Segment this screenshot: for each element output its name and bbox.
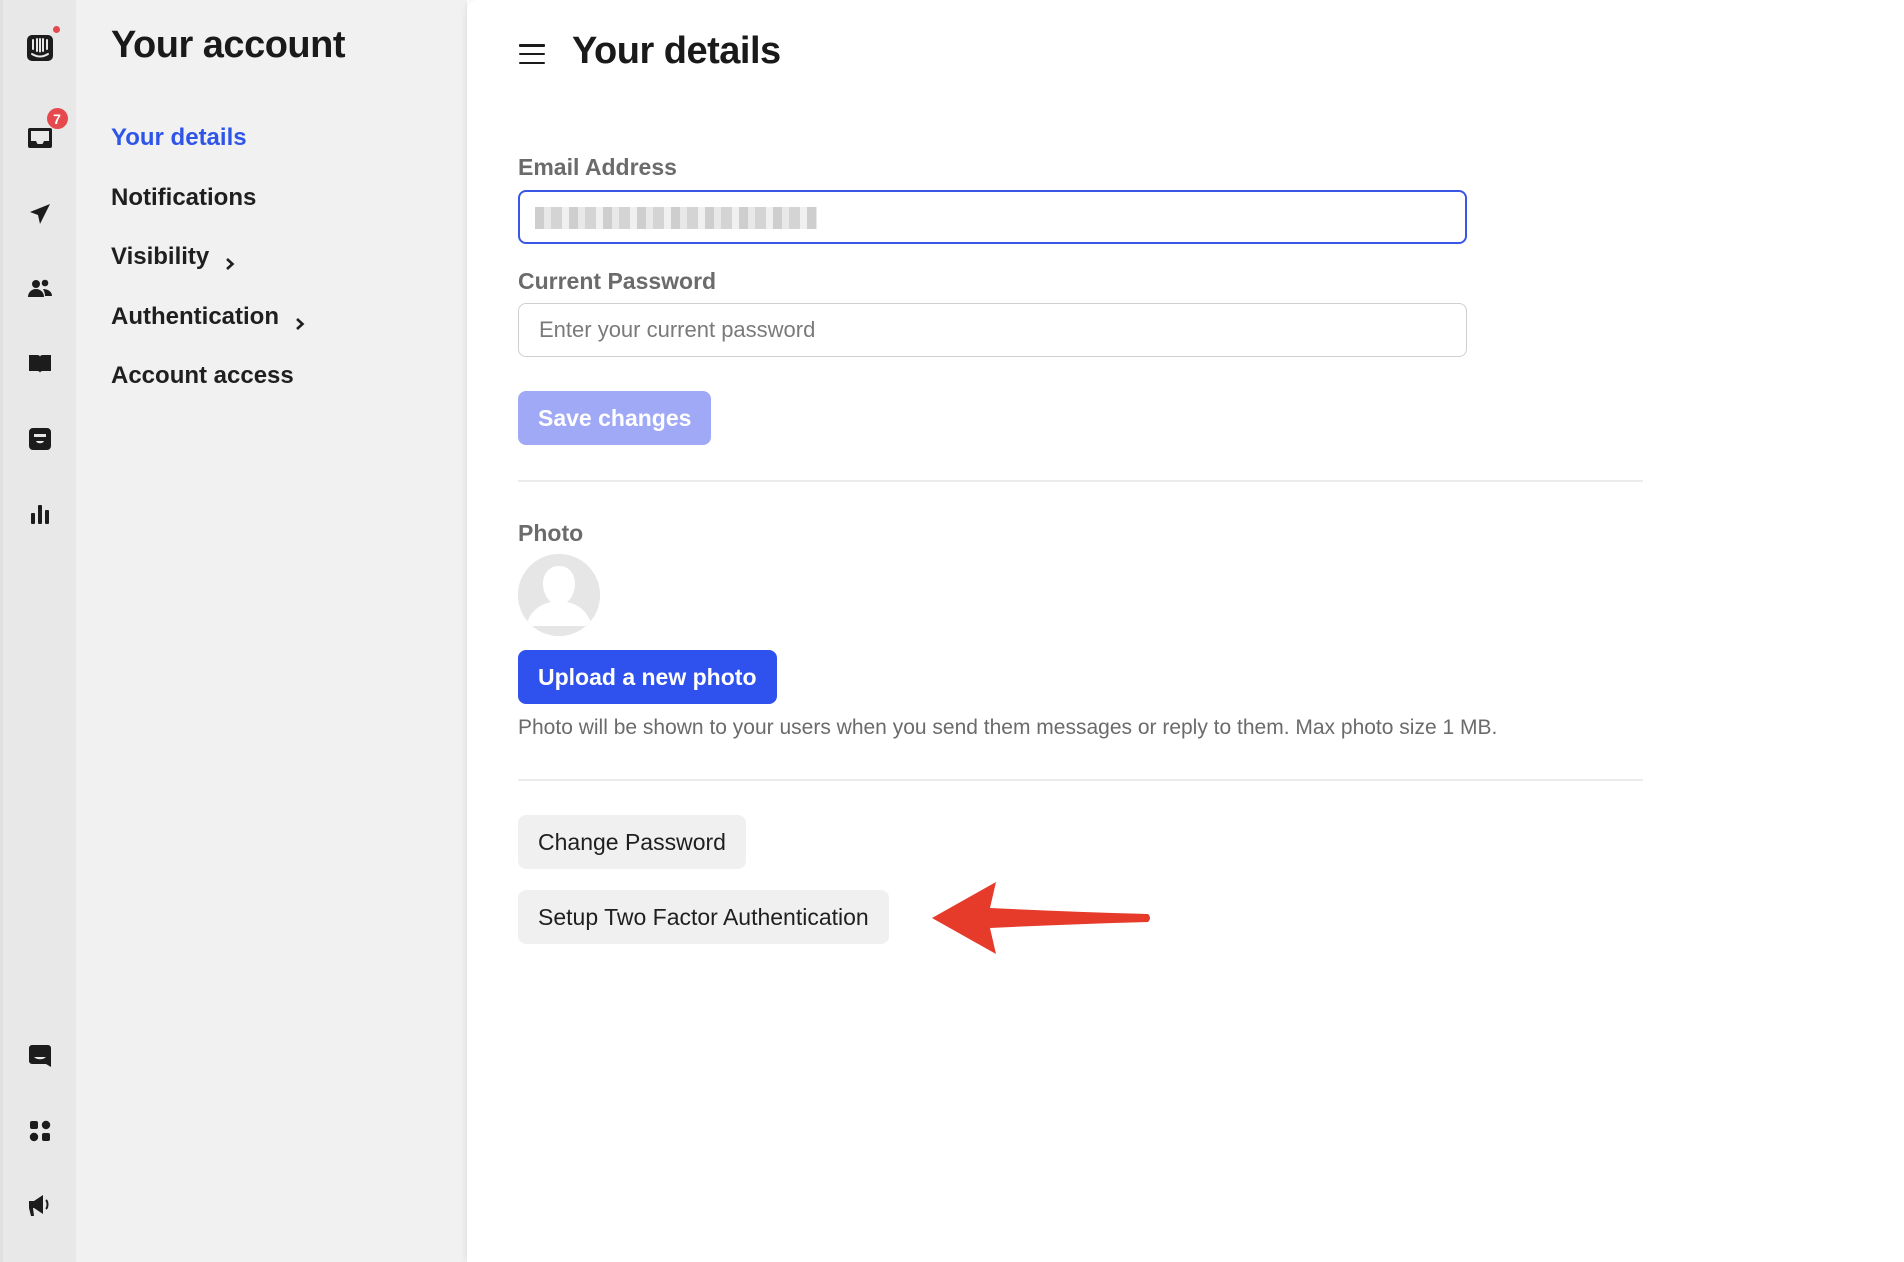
hamburger-menu-icon: [519, 44, 545, 47]
email-input[interactable]: [518, 190, 1467, 244]
nav-item-account-access[interactable]: Account access: [111, 358, 307, 394]
app-logo-button[interactable]: [24, 24, 62, 64]
inbox-button[interactable]: 7: [24, 108, 68, 154]
apps-button[interactable]: [24, 1115, 56, 1147]
apps-grid-icon: [29, 1120, 50, 1142]
sidebar-title: Your account: [111, 24, 346, 66]
nav-item-visibility[interactable]: Visibility: [111, 239, 307, 275]
nav-item-notifications[interactable]: Notifications: [111, 180, 307, 216]
account-sidebar: Your account Your details Notifications …: [76, 0, 467, 1262]
nav-item-your-details[interactable]: Your details: [111, 120, 307, 156]
nav-item-label: Account access: [111, 362, 294, 389]
knowledge-button[interactable]: [24, 348, 56, 380]
icon-rail: 7: [0, 0, 76, 1262]
reports-button[interactable]: [24, 498, 56, 530]
app-logo-icon: [26, 35, 53, 61]
reports-chart-icon: [30, 505, 49, 524]
setup-two-factor-button[interactable]: Setup Two Factor Authentication: [518, 890, 889, 944]
save-changes-button[interactable]: Save changes: [518, 391, 712, 445]
page-title: Your details: [572, 30, 781, 72]
section-divider: [518, 779, 1643, 781]
nav-item-authentication[interactable]: Authentication: [111, 299, 307, 335]
nav-item-label: Visibility: [111, 243, 210, 270]
section-divider: [518, 480, 1643, 482]
inbox-icon: [27, 128, 52, 148]
messenger-button[interactable]: [24, 1040, 56, 1072]
announcements-button[interactable]: [24, 1189, 56, 1221]
knowledge-book-icon: [28, 355, 51, 373]
outbound-button[interactable]: [24, 198, 56, 230]
contacts-button[interactable]: [24, 273, 56, 305]
nav-item-label: Your details: [111, 124, 247, 151]
main-panel: Your details Email Address Current Passw…: [467, 0, 1904, 1262]
messenger-chat-icon: [28, 1045, 51, 1067]
inbox-badge: 7: [46, 108, 68, 129]
current-password-input[interactable]: [518, 303, 1467, 357]
account-nav: Your details Notifications Visibility Au…: [111, 120, 307, 418]
outbound-send-icon: [29, 204, 50, 224]
hamburger-line: [519, 61, 545, 64]
photo-help-text: Photo will be shown to your users when y…: [518, 716, 1498, 739]
contacts-icon: [27, 279, 52, 297]
nav-item-label: Notifications: [111, 183, 257, 211]
current-password-label: Current Password: [518, 268, 717, 294]
upload-photo-button[interactable]: Upload a new photo: [518, 650, 777, 704]
announcements-megaphone-icon: [28, 1195, 48, 1216]
avatar: [518, 554, 600, 636]
database-icon: [28, 428, 51, 450]
hamburger-line: [519, 52, 545, 56]
nav-item-label: Authentication: [111, 302, 279, 330]
data-button[interactable]: [24, 423, 56, 455]
notification-dot: [50, 24, 62, 35]
chevron-right-icon: [293, 310, 307, 330]
photo-label: Photo: [518, 520, 584, 546]
menu-toggle-button[interactable]: [519, 42, 545, 66]
default-avatar-icon: [518, 554, 600, 636]
change-password-button[interactable]: Change Password: [518, 815, 746, 869]
chevron-right-icon: [223, 250, 237, 270]
email-label: Email Address: [518, 154, 677, 180]
